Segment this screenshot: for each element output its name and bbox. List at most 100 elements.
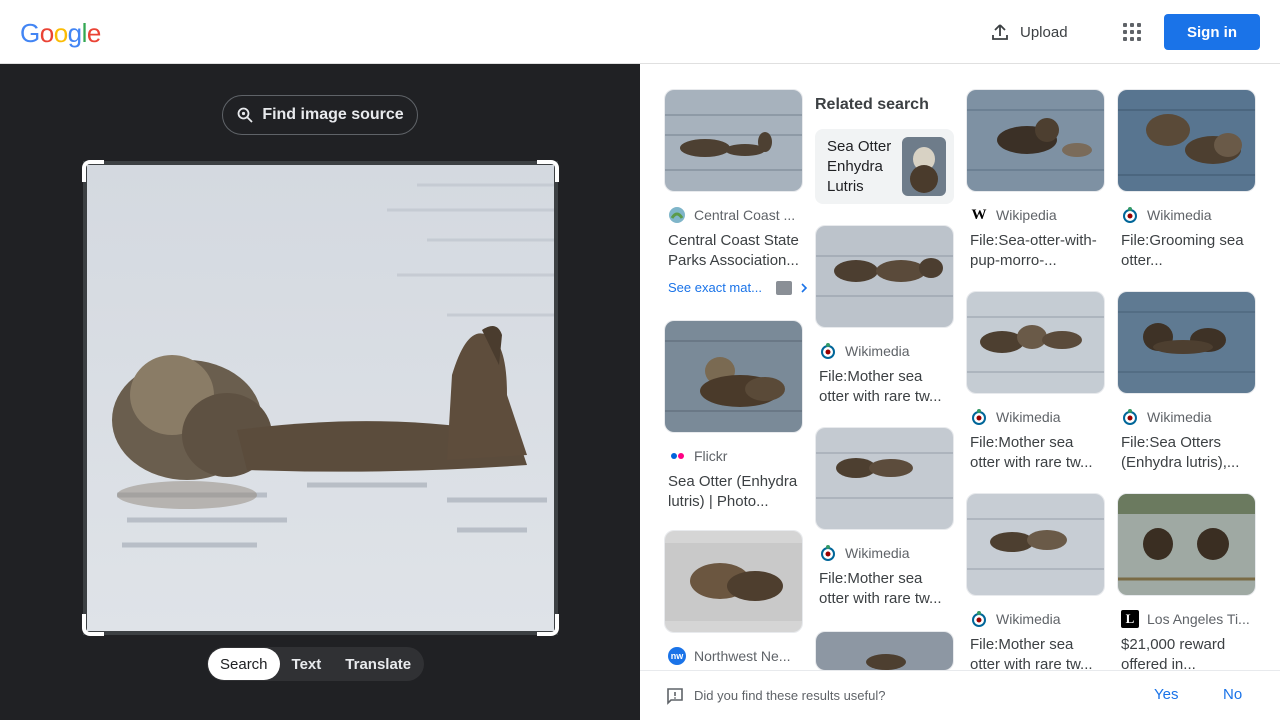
result-source: W Wikipedia xyxy=(966,206,1107,224)
result-card[interactable]: L Los Angeles Ti... $21,000 reward offer… xyxy=(1117,493,1258,675)
result-thumbnail xyxy=(815,631,954,671)
result-thumbnail xyxy=(1117,89,1256,192)
tab-text[interactable]: Text xyxy=(280,648,334,680)
visual-matches-panel: Central Coast ... Central Coast State Pa… xyxy=(640,64,1280,720)
nw-icon: nw xyxy=(668,647,686,665)
query-image[interactable] xyxy=(82,160,559,636)
feedback-icon xyxy=(667,688,683,705)
logo-letter: G xyxy=(20,18,40,48)
otter-photo xyxy=(87,165,554,631)
result-thumbnail xyxy=(1117,493,1256,596)
source-name: Wikimedia xyxy=(996,409,1061,425)
central-coast-icon xyxy=(668,206,686,224)
result-card[interactable]: Flickr Sea Otter (Enhydra lutris) | Phot… xyxy=(664,320,805,512)
wikipedia-icon: W xyxy=(971,206,987,223)
crop-handle-bottom-left[interactable] xyxy=(82,614,104,636)
flickr-icon xyxy=(668,447,686,465)
result-thumbnail xyxy=(966,89,1105,192)
feedback-no-button[interactable]: No xyxy=(1223,686,1242,703)
result-source: Wikimedia xyxy=(966,610,1107,628)
apps-grid-icon[interactable] xyxy=(1120,20,1144,44)
source-name: Wikimedia xyxy=(845,545,910,561)
related-thumbnail xyxy=(902,137,946,196)
crop-handle-top-left[interactable] xyxy=(82,160,104,182)
result-title: $21,000 reward offered in... xyxy=(1121,636,1226,673)
related-search-heading: Related search xyxy=(815,96,929,113)
result-thumbnail xyxy=(664,530,803,633)
result-card[interactable]: Wikimedia File:Mother sea otter with rar… xyxy=(815,225,956,407)
source-name: Wikipedia xyxy=(996,207,1057,223)
source-name: Wikimedia xyxy=(1147,207,1212,223)
source-name: Flickr xyxy=(694,448,728,464)
sign-in-button[interactable]: Sign in xyxy=(1164,14,1260,50)
result-card[interactable]: W Wikipedia File:Sea-otter-with-pup-morr… xyxy=(966,89,1107,271)
result-thumbnail xyxy=(966,493,1105,596)
logo-letter: o xyxy=(53,18,68,48)
result-title: Sea Otter (Enhydra lutris) | Photo... xyxy=(668,473,798,510)
result-card[interactable]: Wikimedia File:Sea Otters (Enhydra lutri… xyxy=(1117,291,1258,473)
result-title: File:Sea-otter-with-pup-morro-... xyxy=(970,232,1097,269)
wikimedia-icon xyxy=(1121,206,1139,224)
feedback-bar: Did you find these results useful? Yes N… xyxy=(640,670,1280,720)
result-card[interactable]: Wikimedia File:Mother sea otter with rar… xyxy=(966,493,1107,675)
result-source: Wikimedia xyxy=(966,408,1107,426)
result-thumbnail xyxy=(815,225,954,328)
upload-button[interactable]: Upload xyxy=(990,18,1068,46)
result-title: File:Mother sea otter with rare tw... xyxy=(819,570,942,607)
result-card[interactable]: Wikimedia File:Grooming sea otter... xyxy=(1117,89,1258,271)
result-title: Central Coast State Parks Association... xyxy=(668,232,799,269)
see-exact-matches-link[interactable]: See exact mat... xyxy=(668,280,810,295)
wikimedia-icon xyxy=(819,544,837,562)
chevron-right-icon xyxy=(801,282,808,293)
source-name: Central Coast ... xyxy=(694,207,796,223)
result-card[interactable]: Wikimedia File:Mother sea otter with rar… xyxy=(966,291,1107,473)
top-bar: Google Upload Sign in xyxy=(0,0,1280,64)
result-title: File:Mother sea otter with rare tw... xyxy=(970,636,1093,673)
wikimedia-icon xyxy=(970,610,988,628)
result-title: File:Sea Otters (Enhydra lutris),... xyxy=(1121,434,1240,471)
related-query: Sea Otter Enhydra Lutris xyxy=(827,138,892,195)
logo-letter: e xyxy=(86,18,101,48)
source-name: Wikimedia xyxy=(996,611,1061,627)
crop-handle-top-right[interactable] xyxy=(537,160,559,182)
query-image-panel: Find image source Search Text Translate xyxy=(0,64,640,720)
exact-match-thumb-icon xyxy=(775,280,792,295)
find-source-label: Find image source xyxy=(262,106,404,123)
source-name: Wikimedia xyxy=(1147,409,1212,425)
result-source: Flickr xyxy=(664,447,805,465)
wikimedia-icon xyxy=(970,408,988,426)
related-search-chip[interactable]: Sea Otter Enhydra Lutris xyxy=(815,129,954,204)
feedback-question: Did you find these results useful? xyxy=(694,688,886,703)
result-card[interactable]: nw Northwest Ne... xyxy=(664,530,805,665)
tab-translate[interactable]: Translate xyxy=(333,648,423,680)
upload-label: Upload xyxy=(1020,23,1068,41)
result-source: Central Coast ... xyxy=(664,206,805,224)
result-thumbnail xyxy=(966,291,1105,394)
result-card[interactable] xyxy=(815,631,956,671)
result-title: File:Grooming sea otter... xyxy=(1121,232,1244,269)
logo-letter: o xyxy=(39,18,54,48)
feedback-yes-button[interactable]: Yes xyxy=(1154,686,1178,703)
see-exact-label: See exact mat... xyxy=(668,280,762,295)
upload-icon xyxy=(992,24,1008,40)
wikimedia-icon xyxy=(819,342,837,360)
find-image-source-button[interactable]: Find image source xyxy=(222,95,418,135)
result-source: nw Northwest Ne... xyxy=(664,647,805,665)
result-title: File:Mother sea otter with rare tw... xyxy=(970,434,1093,471)
la-times-icon: L xyxy=(1121,610,1139,628)
tab-search[interactable]: Search xyxy=(208,648,280,680)
result-source: Wikimedia xyxy=(1117,206,1258,224)
result-thumbnail xyxy=(815,427,954,530)
google-logo[interactable]: Google xyxy=(20,18,101,49)
result-card[interactable]: Wikimedia File:Mother sea otter with rar… xyxy=(815,427,956,609)
result-thumbnail xyxy=(1117,291,1256,394)
result-source: Wikimedia xyxy=(815,342,956,360)
crop-handle-bottom-right[interactable] xyxy=(537,614,559,636)
result-card[interactable]: Central Coast ... Central Coast State Pa… xyxy=(664,89,805,271)
logo-letter: g xyxy=(67,18,82,48)
result-source: Wikimedia xyxy=(1117,408,1258,426)
result-thumbnail xyxy=(664,320,803,433)
result-source: Wikimedia xyxy=(815,544,956,562)
source-name: Los Angeles Ti... xyxy=(1147,611,1250,627)
result-thumbnail xyxy=(664,89,803,192)
